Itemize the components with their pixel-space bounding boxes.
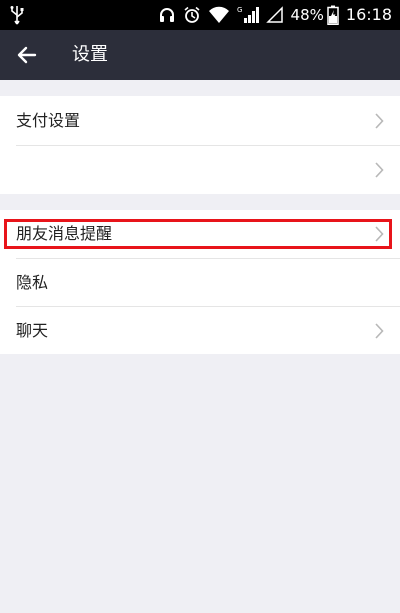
settings-item-payment[interactable]: 支付设置 xyxy=(0,97,400,145)
chevron-right-icon xyxy=(375,226,384,242)
chevron-right-icon xyxy=(375,323,384,339)
signal-empty-icon xyxy=(265,0,284,30)
settings-item-friend-message-notification[interactable]: 朋友消息提醒 xyxy=(0,210,400,258)
settings-item-label: 聊天 xyxy=(16,321,49,340)
clock: 16:18 xyxy=(345,5,392,24)
settings-item-blank[interactable] xyxy=(0,146,400,194)
back-button[interactable] xyxy=(10,38,44,72)
settings-item-privacy[interactable]: 隐私 xyxy=(0,259,400,307)
alarm-icon xyxy=(183,0,201,30)
battery-icon xyxy=(327,0,339,30)
usb-icon xyxy=(10,5,24,30)
settings-item-label: 隐私 xyxy=(16,273,49,292)
status-bar: G 48% 16:18 xyxy=(0,0,400,30)
wifi-icon xyxy=(208,0,230,30)
network-label: G xyxy=(237,6,242,14)
settings-item-chat[interactable]: 聊天 xyxy=(0,307,400,355)
headphones-icon xyxy=(158,0,176,30)
battery-percent: 48% xyxy=(290,6,324,24)
page-title: 设置 xyxy=(72,44,108,65)
settings-item-label: 支付设置 xyxy=(16,111,81,130)
settings-item-label: 朋友消息提醒 xyxy=(16,224,113,243)
settings-group-1: 支付设置 xyxy=(0,96,400,194)
chevron-right-icon xyxy=(375,162,384,178)
signal-icon: G xyxy=(237,0,259,30)
settings-group-2: 朋友消息提醒 隐私 聊天 xyxy=(0,210,400,354)
back-arrow-icon xyxy=(17,46,37,64)
top-app-bar: 设置 xyxy=(0,30,400,80)
chevron-right-icon xyxy=(375,113,384,129)
